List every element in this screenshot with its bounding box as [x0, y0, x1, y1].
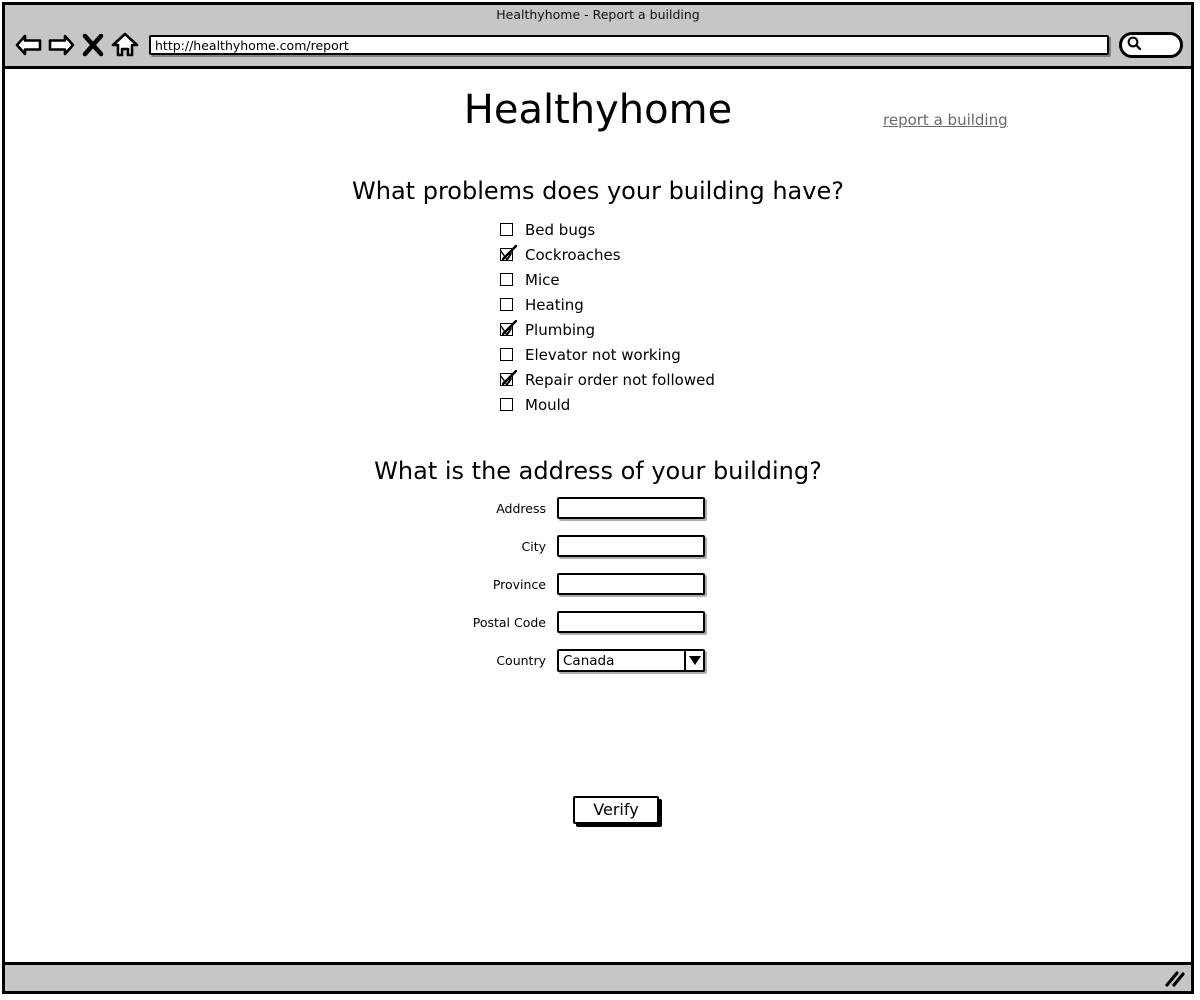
resize-grip-icon[interactable]	[1163, 970, 1185, 988]
address-heading: What is the address of your building?	[374, 457, 822, 485]
city-input[interactable]	[557, 535, 705, 557]
search-icon	[1126, 35, 1142, 55]
checkbox-bed-bugs[interactable]	[500, 223, 513, 236]
checkbox-row-bed-bugs[interactable]: Bed bugs	[500, 217, 715, 242]
problems-heading: What problems does your building have?	[352, 177, 844, 205]
form-row-address: Address	[5, 497, 1191, 519]
checkbox-heating[interactable]	[500, 298, 513, 311]
checkbox-repair-order-not-followed[interactable]	[500, 370, 517, 386]
checkbox-label: Cockroaches	[525, 245, 621, 264]
address-form: Address City Province Postal Code Countr…	[5, 497, 1191, 688]
page-viewport: Healthyhome report a building What probl…	[5, 69, 1191, 965]
province-label: Province	[492, 576, 546, 592]
country-select[interactable]: Canada	[557, 649, 705, 672]
browser-window: Healthyhome - Report a building http://h…	[2, 2, 1194, 994]
checkbox-label: Plumbing	[525, 320, 596, 339]
chevron-down-icon[interactable]	[684, 651, 703, 670]
form-row-city: City	[5, 535, 1191, 557]
checkbox-row-heating[interactable]: Heating	[500, 292, 715, 317]
postal-code-label: Postal Code	[472, 614, 546, 630]
city-label: City	[521, 538, 547, 554]
province-input[interactable]	[557, 573, 705, 595]
checkbox-label: Elevator not working	[525, 345, 681, 364]
checkbox-label: Repair order not followed	[525, 370, 715, 389]
verify-button-wrap: Verify	[573, 796, 659, 824]
checkbox-row-elevator-not-working[interactable]: Elevator not working	[500, 342, 715, 367]
back-arrow-icon[interactable]	[13, 30, 45, 60]
checkbox-plumbing[interactable]	[500, 320, 517, 336]
window-title-bar: Healthyhome - Report a building	[5, 5, 1191, 24]
home-icon[interactable]	[109, 30, 141, 60]
checkbox-row-mould[interactable]: Mould	[500, 392, 715, 417]
stop-x-icon[interactable]	[77, 30, 109, 60]
checkbox-elevator-not-working[interactable]	[500, 348, 513, 361]
browser-toolbar: http://healthyhome.com/report	[5, 24, 1191, 69]
checkbox-label: Mice	[525, 270, 560, 289]
address-label: Address	[496, 500, 546, 516]
checkbox-mice[interactable]	[500, 273, 513, 286]
page-title: Healthyhome	[463, 87, 733, 133]
address-input[interactable]	[557, 497, 705, 519]
checkbox-label: Heating	[525, 295, 584, 314]
window-title: Healthyhome - Report a building	[496, 7, 700, 22]
checkbox-label: Mould	[525, 395, 571, 414]
country-select-value: Canada	[563, 652, 615, 669]
problems-checkbox-list: Bed bugs Cockroaches Mice Heating Plumbi…	[500, 217, 715, 417]
form-row-country: Country Canada	[5, 649, 1191, 672]
postal-code-input[interactable]	[557, 611, 705, 633]
checkbox-row-mice[interactable]: Mice	[500, 267, 715, 292]
checkbox-row-cockroaches[interactable]: Cockroaches	[500, 242, 715, 267]
checkbox-row-repair-order-not-followed[interactable]: Repair order not followed	[500, 367, 715, 392]
status-bar	[5, 965, 1191, 991]
forward-arrow-icon[interactable]	[45, 30, 77, 60]
form-row-province: Province	[5, 573, 1191, 595]
url-text: http://healthyhome.com/report	[155, 37, 349, 53]
checkbox-mould[interactable]	[500, 398, 513, 411]
report-a-building-link[interactable]: report a building	[883, 111, 1008, 129]
country-label: Country	[496, 653, 546, 668]
form-row-postal-code: Postal Code	[5, 611, 1191, 633]
checkbox-cockroaches[interactable]	[500, 245, 517, 261]
verify-button[interactable]: Verify	[573, 796, 659, 824]
checkbox-label: Bed bugs	[525, 220, 596, 239]
url-bar[interactable]: http://healthyhome.com/report	[149, 35, 1109, 55]
checkbox-row-plumbing[interactable]: Plumbing	[500, 317, 715, 342]
search-box[interactable]	[1119, 32, 1183, 58]
